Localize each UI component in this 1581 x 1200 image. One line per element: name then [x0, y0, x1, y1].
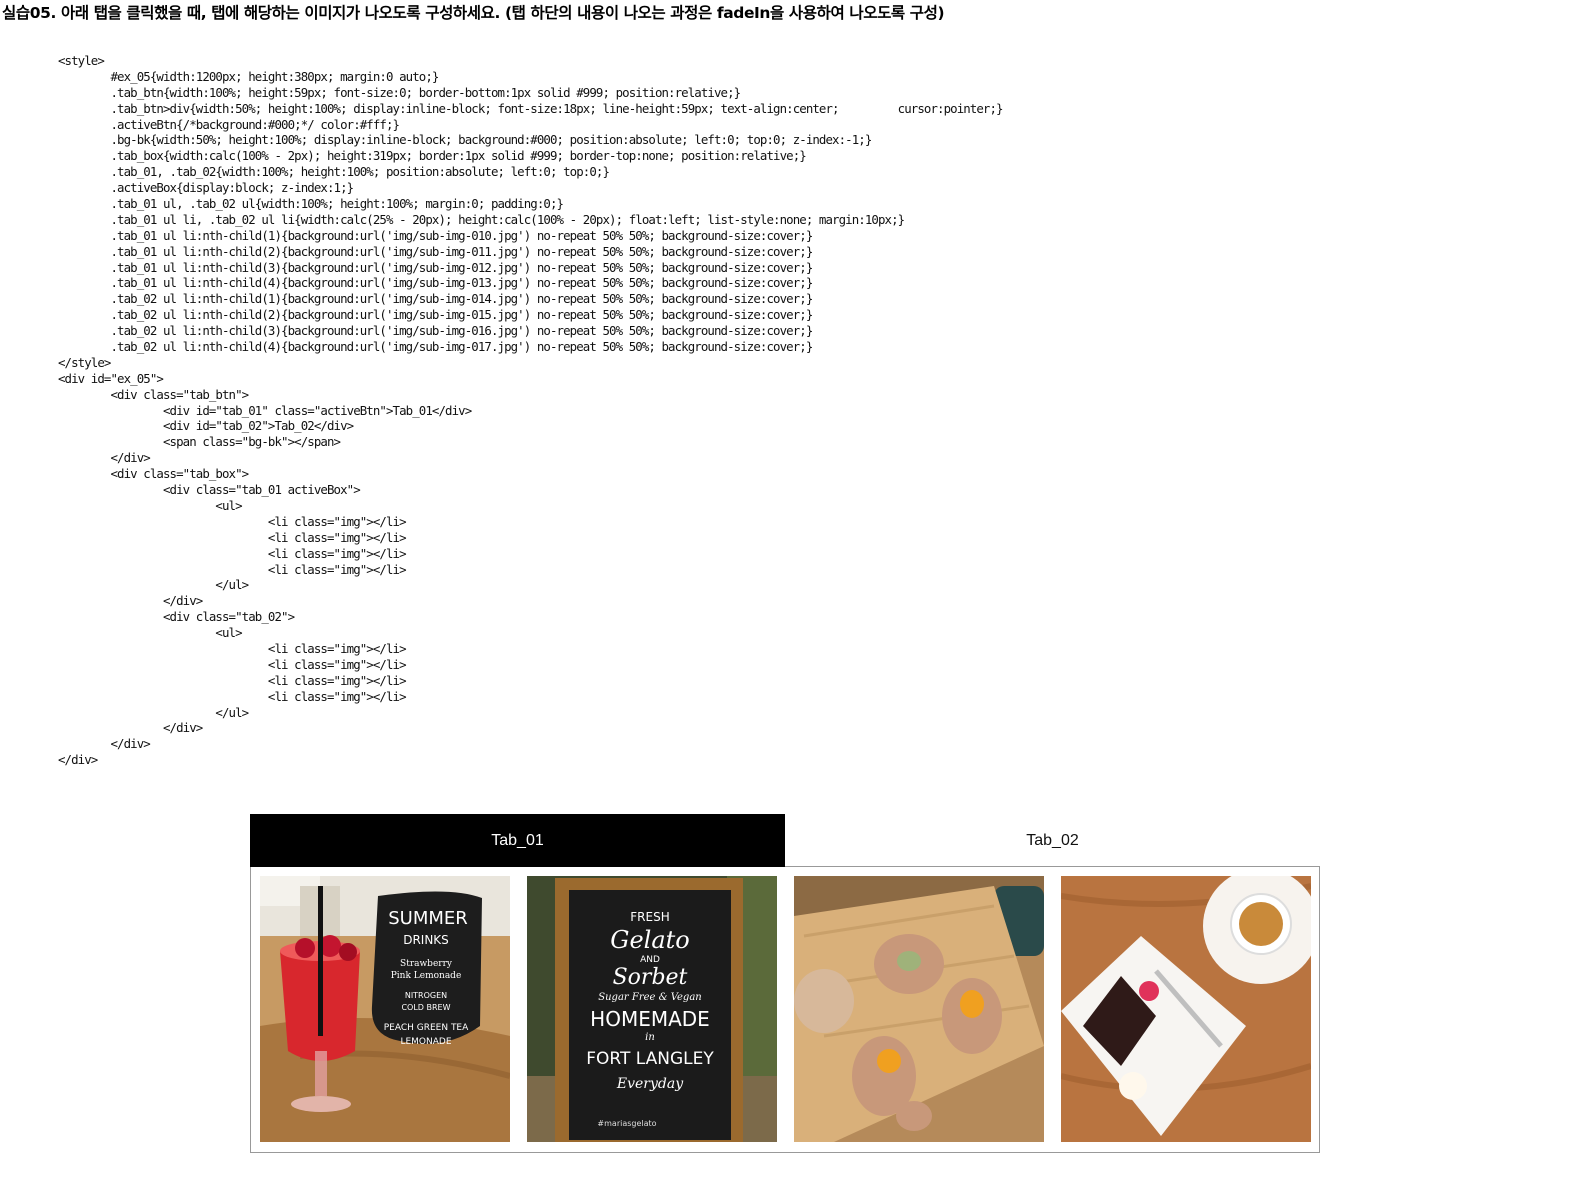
svg-text:FRESH: FRESH — [630, 910, 669, 924]
code-line: </style> — [58, 354, 111, 370]
code-line: .tab_btn{width:100%; height:59px; font-s… — [58, 84, 741, 100]
code-listing: <style> #ex_05{width:1200px; height:380p… — [58, 53, 1004, 768]
code-line: </div> — [58, 736, 150, 752]
summer-drinks-image: SUMMER DRINKS Strawberry Pink Lemonade N… — [260, 876, 510, 1142]
code-line: <ul> — [58, 497, 242, 513]
code-line: <div class="tab_02"> — [58, 609, 295, 625]
svg-text:SUMMER: SUMMER — [388, 908, 468, 929]
code-line: <li class="img"></li> — [58, 672, 407, 688]
code-line: .tab_02 ul li:nth-child(1){background:ur… — [58, 291, 813, 307]
code-line: </div> — [58, 752, 98, 768]
svg-text:COLD BREW: COLD BREW — [401, 1003, 450, 1012]
pastries-image — [794, 876, 1044, 1142]
code-line: </div> — [58, 450, 150, 466]
svg-text:LEMONADE: LEMONADE — [400, 1037, 451, 1047]
code-line: </ul> — [58, 704, 249, 720]
svg-text:#mariasgelato: #mariasgelato — [597, 1119, 656, 1128]
code-line: <ul> — [58, 625, 242, 641]
code-line: <div class="tab_btn"> — [58, 386, 249, 402]
svg-text:AND: AND — [640, 955, 660, 965]
code-line: </div> — [58, 720, 203, 736]
svg-text:Pink Lemonade: Pink Lemonade — [391, 971, 462, 981]
exercise-heading: 실습05. 아래 탭을 클릭했을 때, 탭에 해당하는 이미지가 나오도록 구성… — [2, 4, 945, 22]
code-line: <li class="img"></li> — [58, 688, 407, 704]
gelato-sign-photo: FRESH Gelato AND Sorbet Sugar Free & Veg… — [527, 876, 777, 1142]
pastries-photo — [794, 876, 1044, 1142]
cake-coffee-image — [1061, 876, 1311, 1142]
code-line: .tab_01 ul li:nth-child(2){background:ur… — [58, 243, 813, 259]
svg-text:Sugar Free & Vegan: Sugar Free & Vegan — [598, 992, 701, 1003]
code-line: .tab_01 ul li:nth-child(3){background:ur… — [58, 259, 813, 275]
code-line: .tab_02 ul li:nth-child(4){background:ur… — [58, 339, 813, 355]
code-line: <li class="img"></li> — [58, 529, 407, 545]
code-line: <div class="tab_box"> — [58, 466, 249, 482]
code-line: </ul> — [58, 577, 249, 593]
svg-text:PEACH GREEN TEA: PEACH GREEN TEA — [384, 1023, 469, 1033]
code-line: #ex_05{width:1200px; height:380px; margi… — [58, 68, 439, 84]
svg-text:DRINKS: DRINKS — [403, 933, 449, 947]
code-line: .tab_btn>div{width:50%; height:100%; dis… — [58, 100, 1003, 116]
code-line: .bg-bk{width:50%; height:100%; display:i… — [58, 132, 872, 148]
code-line: .tab_01 ul li, .tab_02 ul li{width:calc(… — [58, 211, 905, 227]
cake-coffee-photo — [1061, 876, 1311, 1142]
code-line: <span class="bg-bk"></span> — [58, 434, 341, 450]
image-list: SUMMER DRINKS Strawberry Pink Lemonade N… — [251, 867, 1319, 1152]
code-line: .tab_01 ul li:nth-child(4){background:ur… — [58, 275, 813, 291]
code-line: <style> — [58, 53, 105, 68]
code-line: <div id="tab_02">Tab_02</div> — [58, 418, 354, 434]
code-line: <li class="img"></li> — [58, 545, 407, 561]
code-line: .tab_02 ul li:nth-child(2){background:ur… — [58, 307, 813, 323]
code-line: <li class="img"></li> — [58, 513, 407, 529]
svg-text:Sorbet: Sorbet — [613, 965, 688, 990]
summer-drinks-photo: SUMMER DRINKS Strawberry Pink Lemonade N… — [260, 876, 510, 1142]
code-line: </div> — [58, 593, 203, 609]
code-line: <li class="img"></li> — [58, 561, 407, 577]
code-line: .tab_01, .tab_02{width:100%; height:100%… — [58, 164, 610, 180]
svg-text:NITROGEN: NITROGEN — [405, 991, 447, 1000]
svg-text:HOMEMADE: HOMEMADE — [590, 1007, 710, 1031]
svg-text:FORT LANGLEY: FORT LANGLEY — [586, 1049, 714, 1069]
code-line: <li class="img"></li> — [58, 640, 407, 656]
code-line: .tab_02 ul li:nth-child(3){background:ur… — [58, 323, 813, 339]
tab-content-box: SUMMER DRINKS Strawberry Pink Lemonade N… — [250, 867, 1320, 1153]
code-line: <li class="img"></li> — [58, 656, 407, 672]
code-line: <div id="ex_05"> — [58, 370, 164, 386]
code-line: .tab_01 ul, .tab_02 ul{width:100%; heigh… — [58, 196, 564, 212]
tab-01[interactable]: Tab_01 — [250, 814, 785, 866]
tab-02[interactable]: Tab_02 — [785, 814, 1320, 866]
svg-text:in: in — [645, 1032, 655, 1043]
code-line: .tab_01 ul li:nth-child(1){background:ur… — [58, 227, 813, 243]
code-line: <div class="tab_01 activeBox"> — [58, 482, 361, 498]
code-line: .activeBox{display:block; z-index:1;} — [58, 180, 354, 196]
svg-text:Everyday: Everyday — [616, 1076, 684, 1092]
code-line: .tab_box{width:calc(100% - 2px); height:… — [58, 148, 806, 164]
code-line: <div id="tab_01" class="activeBtn">Tab_0… — [58, 402, 472, 418]
tab-buttons: Tab_01 Tab_02 — [250, 814, 1320, 867]
code-line: .activeBtn{/*background:#000;*/ color:#f… — [58, 116, 400, 132]
gelato-sign-image: FRESH Gelato AND Sorbet Sugar Free & Veg… — [527, 876, 777, 1142]
svg-text:Strawberry: Strawberry — [400, 959, 453, 969]
svg-text:Gelato: Gelato — [610, 926, 689, 954]
tab-demo: Tab_01 Tab_02 SUMMER DRINKS Strawberry P… — [250, 814, 1320, 1153]
